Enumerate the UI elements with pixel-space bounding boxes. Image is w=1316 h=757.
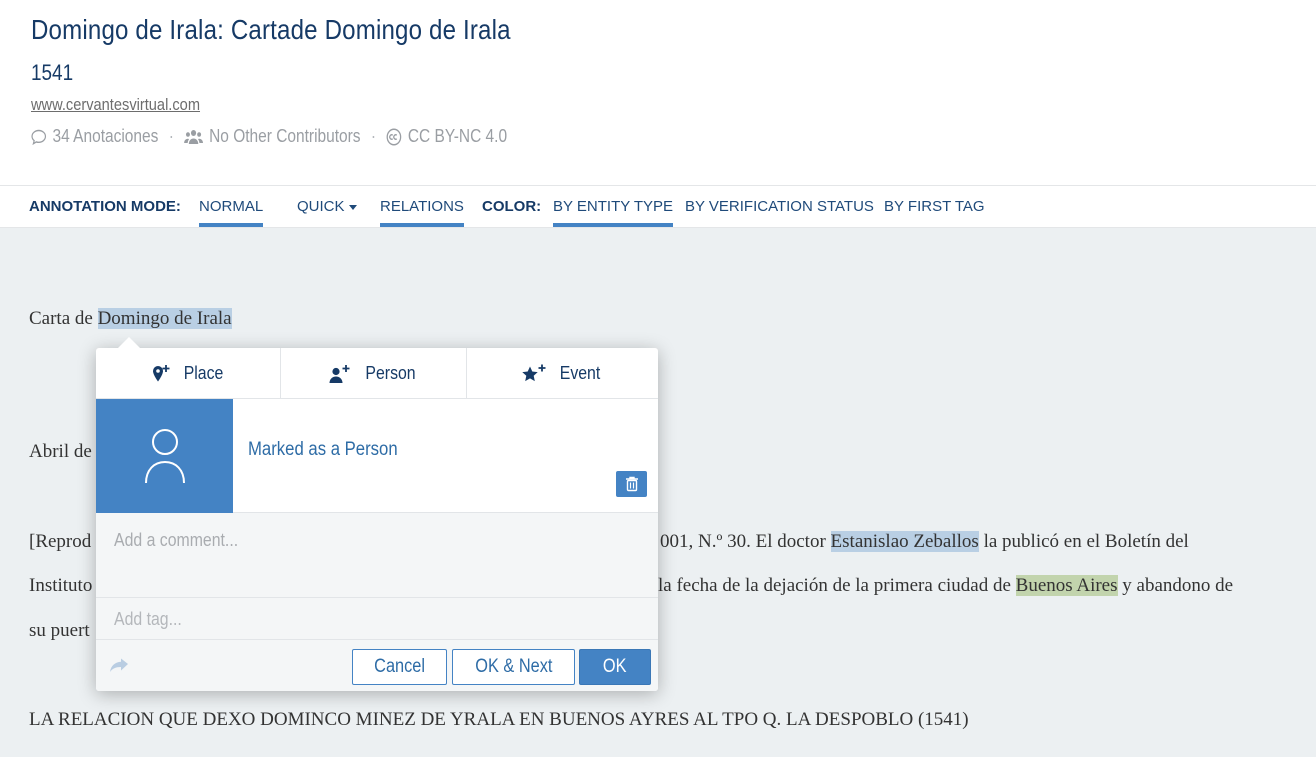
text-line: Carta de Domingo de Irala — [29, 308, 232, 330]
event-label: Event — [560, 363, 601, 383]
map-marker-plus-icon — [153, 364, 170, 381]
document-header: Domingo de Irala: Cartade Domingo de Ira… — [0, 0, 1316, 185]
users-icon — [184, 129, 204, 144]
person-label: Person — [365, 363, 416, 383]
license: CC BY-NC 4.0 — [386, 126, 507, 147]
mode-normal-tab[interactable]: NORMAL — [199, 198, 264, 227]
tag-input[interactable]: Add tag... — [96, 598, 658, 640]
trash-icon — [625, 476, 638, 492]
add-person-button[interactable]: Person — [281, 348, 467, 399]
caret-down-icon — [348, 204, 357, 210]
ok-label: OK — [603, 656, 627, 677]
color-label: COLOR: — [482, 198, 542, 215]
delete-button[interactable] — [616, 471, 647, 497]
mode-quick-dropdown[interactable]: QUICK — [297, 198, 357, 215]
mode-relations-tab[interactable]: RELATIONS — [380, 198, 464, 227]
text-line: [Reprod — [29, 531, 92, 552]
ok-next-button[interactable]: OK & Next — [452, 649, 575, 685]
meta-separator: · — [370, 126, 377, 146]
annotations-count[interactable]: 34 Anotaciones — [31, 126, 158, 147]
text-line: 001, N.º 30. El doctor Estanislao Zeball… — [660, 531, 1189, 553]
text-span: y abandono de — [1117, 575, 1234, 596]
ok-next-label: OK & Next — [474, 656, 553, 677]
text-span: 001, N.º 30. El doctor — [660, 531, 831, 552]
annotation-person-domingo[interactable]: Domingo de Irala — [97, 308, 232, 329]
license-label: CC BY-NC 4.0 — [407, 126, 508, 146]
tag-placeholder: Add tag... — [114, 609, 182, 629]
popup-footer: Cancel OK & Next OK — [96, 640, 658, 691]
share-icon[interactable] — [109, 658, 129, 674]
text-span: la publicó en el Boletín del — [978, 531, 1189, 552]
annotation-popup: Place Person Event Marked as a Person Ad… — [96, 337, 658, 691]
text-line: Instituto — [29, 575, 93, 596]
document-date: 1541 — [31, 60, 74, 85]
annotation-place-buenos-aires[interactable]: Buenos Aires — [1015, 575, 1118, 596]
annotation-mode-label: ANNOTATION MODE: — [29, 198, 181, 215]
ok-button[interactable]: OK — [579, 649, 651, 685]
comment-icon — [31, 129, 47, 145]
entity-status-text: Marked as a Person — [248, 439, 398, 460]
text-line: su puert — [29, 620, 90, 641]
source-link[interactable]: www.cervantesvirtual.com — [31, 95, 200, 115]
color-by-entity-type-tab[interactable]: BY ENTITY TYPE — [553, 198, 674, 227]
entity-panel: Marked as a Person — [96, 399, 658, 513]
text-span: Carta de — [29, 308, 98, 329]
contributors-label: No Other Contributors — [209, 126, 361, 146]
page-title: Domingo de Irala: Cartade Domingo de Ira… — [31, 14, 511, 45]
text-line: la fecha de la dejación de la primera ci… — [658, 575, 1233, 597]
text-line: LA RELACION QUE DEXO DOMINCO MINEZ DE YR… — [29, 709, 969, 730]
place-label: Place — [184, 363, 224, 383]
cancel-button[interactable]: Cancel — [352, 649, 447, 685]
mode-quick-label: QUICK — [297, 198, 345, 215]
text-line: Abril de — [29, 441, 92, 462]
annotation-toolbar: ANNOTATION MODE: NORMAL QUICK RELATIONS … — [0, 185, 1316, 228]
text-span: la fecha de la dejación de la primera ci… — [658, 575, 1016, 596]
creative-commons-icon — [386, 127, 402, 146]
cancel-label: Cancel — [374, 656, 425, 677]
user-plus-icon — [329, 364, 350, 383]
meta-separator: · — [168, 126, 174, 146]
avatar — [96, 399, 233, 513]
comment-placeholder: Add a comment... — [114, 530, 239, 550]
star-plus-icon — [522, 364, 546, 381]
color-by-verification-status-tab[interactable]: BY VERIFICATION STATUS — [685, 198, 874, 215]
color-by-first-tag-tab[interactable]: BY FIRST TAG — [884, 198, 985, 215]
add-place-button[interactable]: Place — [96, 348, 281, 399]
annotations-label: 34 Anotaciones — [52, 126, 159, 146]
contributors: No Other Contributors — [184, 126, 361, 147]
person-outline-icon — [144, 429, 185, 484]
popup-arrow — [118, 337, 140, 348]
annotation-person-zeballos[interactable]: Estanislao Zeballos — [830, 531, 979, 552]
metadata-row: 34 Anotaciones · No Other Contributors ·… — [31, 126, 507, 147]
add-event-button[interactable]: Event — [467, 348, 658, 399]
comment-input[interactable]: Add a comment... — [96, 513, 658, 598]
entity-type-selector: Place Person Event — [96, 348, 658, 399]
